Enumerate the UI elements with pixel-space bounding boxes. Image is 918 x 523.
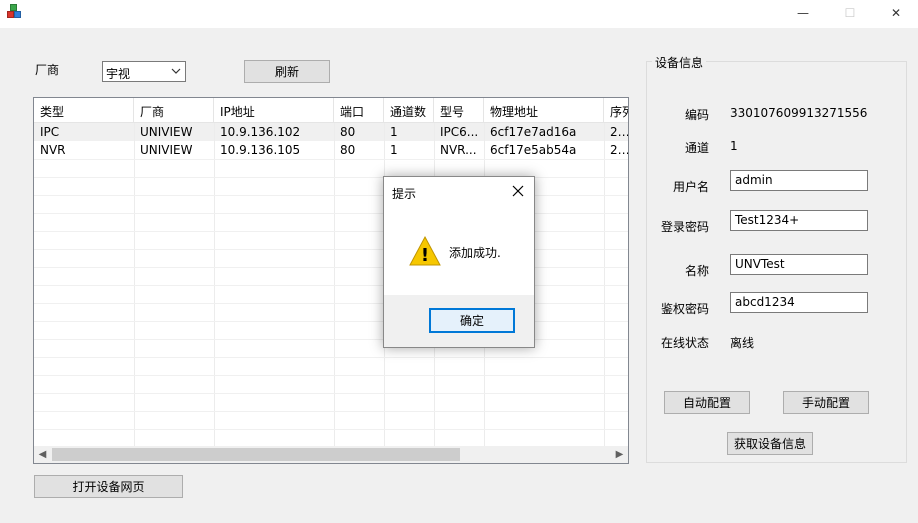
scrollbar-thumb[interactable] bbox=[52, 448, 460, 461]
open-device-webpage-button[interactable]: 打开设备网页 bbox=[34, 475, 183, 498]
online-status-value: 离线 bbox=[730, 336, 755, 350]
column-header-channels[interactable]: 通道数 bbox=[384, 98, 434, 123]
grid-line bbox=[34, 267, 628, 268]
dialog-message: 添加成功. bbox=[449, 246, 501, 260]
cell-ip: 10.9.136.105 bbox=[220, 143, 301, 157]
code-value: 33010760991327155618 bbox=[730, 106, 868, 120]
column-header-vendor[interactable]: 厂商 bbox=[134, 98, 214, 123]
code-label: 编码 bbox=[685, 108, 710, 122]
grid-line bbox=[34, 231, 628, 232]
grid-line bbox=[34, 339, 628, 340]
cell-type: IPC bbox=[40, 125, 60, 139]
column-header-serial[interactable]: 序列 bbox=[604, 98, 628, 123]
grid-line bbox=[34, 303, 628, 304]
scroll-right-icon[interactable]: ▶ bbox=[611, 446, 628, 463]
cell-vendor: UNIVIEW bbox=[140, 125, 193, 139]
online-status-label: 在线状态 bbox=[661, 336, 710, 350]
minimize-button[interactable]: — bbox=[780, 0, 826, 26]
grid-line bbox=[34, 195, 628, 196]
cell-channels: 1 bbox=[390, 125, 398, 139]
device-list-header: 类型 厂商 IP地址 端口 通道数 型号 物理地址 序列 bbox=[34, 98, 628, 123]
manual-config-button[interactable]: 手动配置 bbox=[783, 391, 869, 414]
grid-line bbox=[34, 357, 628, 358]
channel-label: 通道 bbox=[685, 141, 710, 155]
cell-model: IPC6... bbox=[440, 125, 479, 139]
login-password-field[interactable]: Test1234+ bbox=[730, 210, 868, 231]
grid-line bbox=[34, 321, 628, 322]
refresh-button[interactable]: 刷新 bbox=[244, 60, 330, 83]
cell-serial: 210 bbox=[610, 125, 628, 139]
column-header-model[interactable]: 型号 bbox=[434, 98, 484, 123]
column-header-type[interactable]: 类型 bbox=[34, 98, 134, 123]
cell-serial: 210 bbox=[610, 143, 628, 157]
grid-line bbox=[34, 285, 628, 286]
close-icon bbox=[512, 185, 524, 197]
dialog-close-button[interactable] bbox=[508, 181, 528, 201]
get-device-info-button[interactable]: 获取设备信息 bbox=[727, 432, 813, 455]
auth-password-label: 鉴权密码 bbox=[661, 302, 710, 316]
device-info-title: 设备信息 bbox=[652, 54, 707, 71]
table-row[interactable]: NVR UNIVIEW 10.9.136.105 80 1 NVR... 6cf… bbox=[34, 141, 628, 159]
cell-mac: 6cf17e5ab54a bbox=[490, 143, 577, 157]
cell-type: NVR bbox=[40, 143, 66, 157]
close-button[interactable]: ✕ bbox=[873, 0, 918, 26]
name-field[interactable]: UNVTest bbox=[730, 254, 868, 275]
warning-icon: ! bbox=[409, 235, 441, 266]
chevron-down-icon bbox=[171, 68, 181, 74]
grid-line bbox=[34, 393, 628, 394]
message-dialog: 提示 ! 添加成功. 确定 bbox=[383, 176, 535, 348]
cell-port: 80 bbox=[340, 125, 356, 139]
app-icon bbox=[7, 4, 23, 20]
device-list[interactable]: 类型 厂商 IP地址 端口 通道数 型号 物理地址 序列 IPC UNIVIEW… bbox=[33, 97, 629, 464]
horizontal-scrollbar[interactable]: ◀ ▶ bbox=[34, 446, 628, 463]
table-row[interactable]: IPC UNIVIEW 10.9.136.102 80 1 IPC6... 6c… bbox=[34, 123, 628, 141]
title-bar: — ☐ ✕ bbox=[0, 0, 918, 28]
column-header-port[interactable]: 端口 bbox=[334, 98, 384, 123]
auth-password-field[interactable]: abcd1234 bbox=[730, 292, 868, 313]
grid-line bbox=[34, 177, 628, 178]
dialog-title: 提示 bbox=[392, 187, 417, 201]
cell-model: NVR... bbox=[440, 143, 477, 157]
cell-ip: 10.9.136.102 bbox=[220, 125, 301, 139]
grid-line bbox=[34, 159, 628, 160]
scroll-left-icon[interactable]: ◀ bbox=[34, 446, 51, 463]
cell-channels: 1 bbox=[390, 143, 398, 157]
username-label: 用户名 bbox=[673, 180, 710, 194]
cell-vendor: UNIVIEW bbox=[140, 143, 193, 157]
cell-port: 80 bbox=[340, 143, 356, 157]
grid-line bbox=[34, 375, 628, 376]
warning-icon-glyph: ! bbox=[421, 245, 429, 266]
grid-line bbox=[34, 429, 628, 430]
maximize-button[interactable]: ☐ bbox=[827, 0, 873, 26]
name-label: 名称 bbox=[685, 264, 710, 278]
auto-config-button[interactable]: 自动配置 bbox=[664, 391, 750, 414]
grid-line bbox=[34, 411, 628, 412]
column-header-ip[interactable]: IP地址 bbox=[214, 98, 334, 123]
column-header-mac[interactable]: 物理地址 bbox=[484, 98, 604, 123]
login-password-label: 登录密码 bbox=[661, 220, 710, 234]
dialog-footer: 确定 bbox=[384, 295, 534, 347]
grid-line bbox=[34, 249, 628, 250]
username-field[interactable]: admin bbox=[730, 170, 868, 191]
vendor-select[interactable]: 宇视 bbox=[102, 61, 186, 82]
cell-mac: 6cf17e7ad16a bbox=[490, 125, 577, 139]
channel-value: 1 bbox=[730, 139, 738, 153]
grid-line bbox=[34, 213, 628, 214]
ok-button[interactable]: 确定 bbox=[429, 308, 515, 333]
vendor-label: 厂商 bbox=[35, 63, 60, 77]
vendor-select-value: 宇视 bbox=[106, 67, 131, 81]
